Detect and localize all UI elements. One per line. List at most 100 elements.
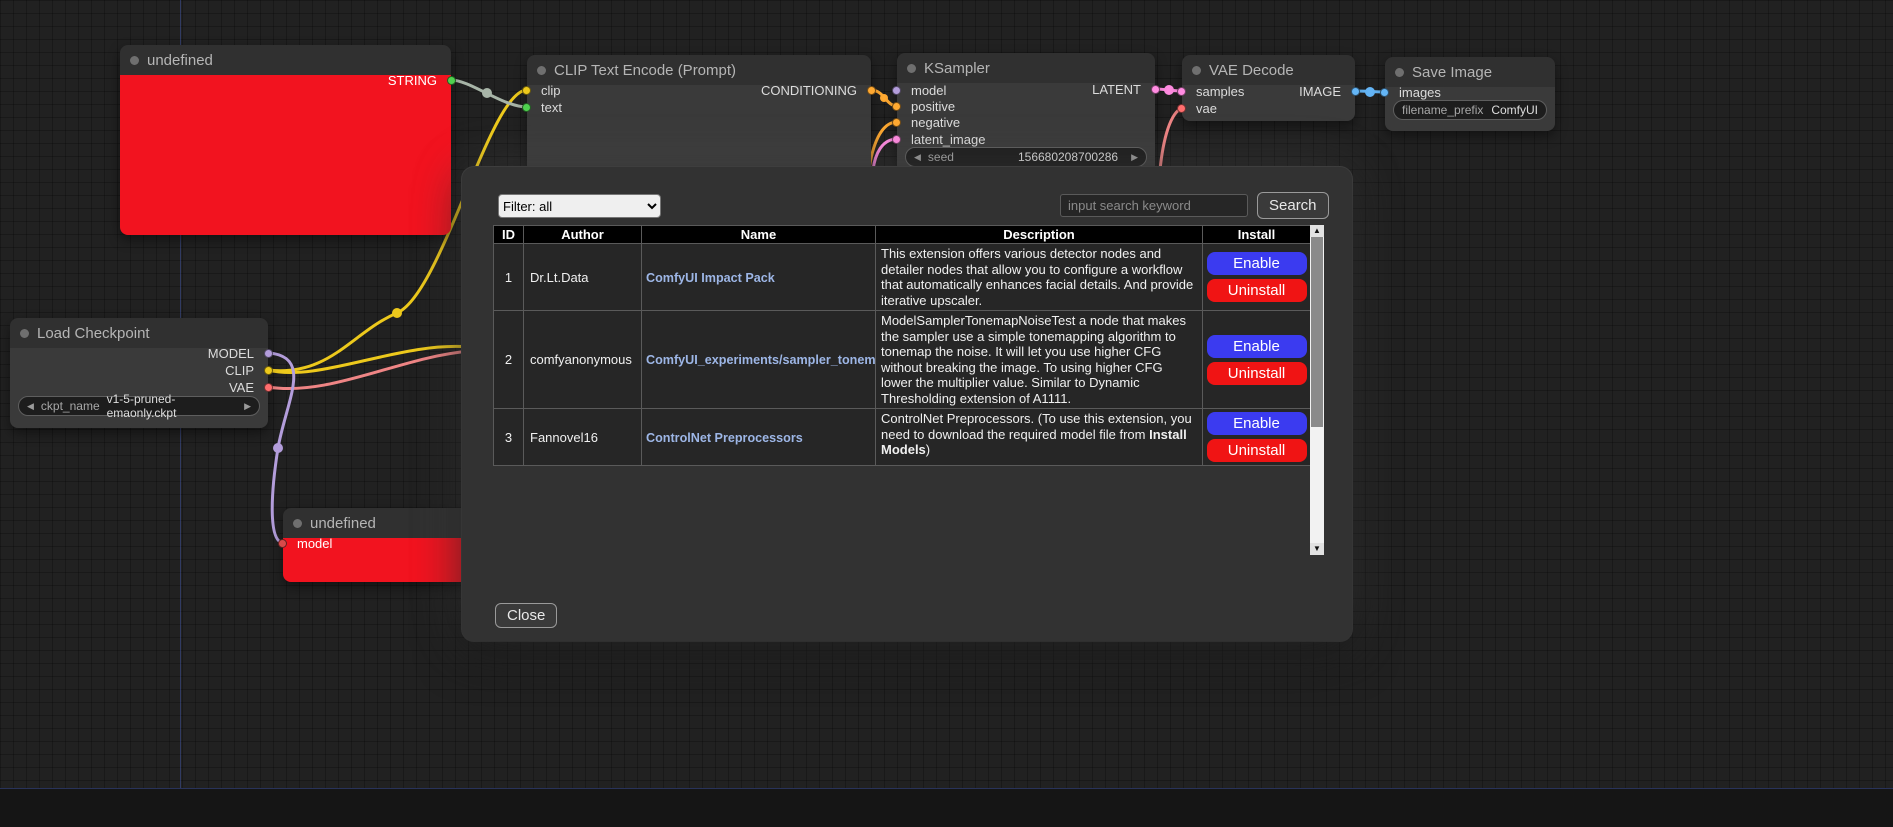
column-header-id: ID xyxy=(494,226,524,244)
output-slot-image[interactable]: IMAGE xyxy=(1182,83,1355,99)
node-title-bar[interactable]: KSampler xyxy=(897,53,1155,83)
wire-clip-secondary xyxy=(268,346,470,372)
slot-dot[interactable] xyxy=(264,366,273,375)
ckpt-name-widget[interactable]: ◀ ckpt_name v1-5-pruned-emaonly.ckpt ▶ xyxy=(18,396,260,416)
extensions-table-body: 1Dr.Lt.DataComfyUI Impact PackThis exten… xyxy=(494,244,1311,466)
extension-row: 2comfyanonymousComfyUI_experiments/sampl… xyxy=(494,311,1311,409)
column-header-name: Name xyxy=(642,226,876,244)
node-title: undefined xyxy=(310,515,376,532)
slot-label: CONDITIONING xyxy=(761,83,857,98)
node-load-checkpoint[interactable]: Load Checkpoint MODEL CLIP VAE ◀ ckpt_na… xyxy=(10,318,268,428)
output-slot-clip[interactable]: CLIP xyxy=(10,362,268,378)
close-button[interactable]: Close xyxy=(495,603,557,628)
collapse-icon[interactable] xyxy=(1395,68,1404,77)
filename-prefix-widget[interactable]: filename_prefix ComfyUI xyxy=(1393,100,1547,120)
decrement-arrow-icon[interactable]: ◀ xyxy=(27,402,34,411)
input-slot-latent-image[interactable]: latent_image xyxy=(897,131,1155,147)
column-header-description: Description xyxy=(876,226,1203,244)
slot-dot[interactable] xyxy=(1380,88,1389,97)
uninstall-button[interactable]: Uninstall xyxy=(1207,279,1307,302)
node-title: CLIP Text Encode (Prompt) xyxy=(554,62,736,79)
description-text: ControlNet Preprocessors. (To use this e… xyxy=(881,411,1192,442)
collapse-icon[interactable] xyxy=(130,56,139,65)
column-header-author: Author xyxy=(524,226,642,244)
slot-dot[interactable] xyxy=(1151,85,1160,94)
slot-label: latent_image xyxy=(911,132,985,147)
table-scrollbar[interactable]: ▲ ▼ xyxy=(1310,225,1324,555)
slot-dot[interactable] xyxy=(278,539,287,548)
collapse-icon[interactable] xyxy=(20,329,29,338)
extension-description: This extension offers various detector n… xyxy=(876,244,1203,311)
slot-dot[interactable] xyxy=(522,103,531,112)
collapse-icon[interactable] xyxy=(293,519,302,528)
extension-id: 1 xyxy=(494,244,524,311)
collapse-icon[interactable] xyxy=(1192,66,1201,75)
extension-name-cell: ComfyUI_experiments/sampler_tonemap xyxy=(642,311,876,409)
wire-dot xyxy=(880,94,888,102)
node-title-bar[interactable]: undefined xyxy=(120,45,451,75)
canvas-bottom-edge xyxy=(0,788,1893,827)
increment-arrow-icon[interactable]: ▶ xyxy=(244,402,251,411)
slot-dot[interactable] xyxy=(1351,87,1360,96)
uninstall-button[interactable]: Uninstall xyxy=(1207,439,1307,462)
widget-label: seed xyxy=(928,150,954,164)
output-slot-conditioning[interactable]: CONDITIONING xyxy=(527,82,871,98)
slot-dot[interactable] xyxy=(867,86,876,95)
slot-label: vae xyxy=(1196,101,1217,116)
search-button[interactable]: Search xyxy=(1257,192,1329,219)
input-slot-negative[interactable]: negative xyxy=(897,114,1155,130)
node-title-bar[interactable]: Load Checkpoint xyxy=(10,318,268,348)
extension-description: ModelSamplerTonemapNoiseTest a node that… xyxy=(876,311,1203,409)
search-input[interactable] xyxy=(1060,194,1248,217)
collapse-icon[interactable] xyxy=(907,64,916,73)
slot-dot[interactable] xyxy=(264,383,273,392)
output-slot-latent[interactable]: LATENT xyxy=(897,81,1155,97)
node-title-bar[interactable]: VAE Decode xyxy=(1182,55,1355,85)
input-slot-positive[interactable]: positive xyxy=(897,98,1155,114)
node-undefined-top[interactable]: undefined STRING xyxy=(120,45,451,235)
wire-latent-image xyxy=(873,139,897,170)
collapse-icon[interactable] xyxy=(537,66,546,75)
node-vae-decode[interactable]: VAE Decode samples vae IMAGE xyxy=(1182,55,1355,121)
extension-name-link[interactable]: ControlNet Preprocessors xyxy=(646,431,803,445)
enable-button[interactable]: Enable xyxy=(1207,252,1307,275)
extensions-table-head-row: IDAuthorNameDescriptionInstall xyxy=(494,226,1311,244)
seed-widget[interactable]: ◀ seed 156680208700286 ▶ xyxy=(905,147,1147,167)
node-save-image[interactable]: Save Image images filename_prefix ComfyU… xyxy=(1385,57,1555,131)
decrement-arrow-icon[interactable]: ◀ xyxy=(914,153,921,162)
slot-label: CLIP xyxy=(225,363,254,378)
slot-dot[interactable] xyxy=(264,349,273,358)
input-slot-images[interactable]: images xyxy=(1385,84,1555,100)
input-slot-vae[interactable]: vae xyxy=(1182,100,1355,116)
increment-arrow-icon[interactable]: ▶ xyxy=(1131,153,1138,162)
extension-name-link[interactable]: ComfyUI Impact Pack xyxy=(646,271,775,285)
scroll-down-icon[interactable]: ▼ xyxy=(1310,543,1324,555)
extension-name-cell: ComfyUI Impact Pack xyxy=(642,244,876,311)
install-button-stack: Enable Uninstall xyxy=(1203,412,1310,462)
node-ksampler[interactable]: KSampler model positive negative latent_… xyxy=(897,53,1155,183)
slot-dot[interactable] xyxy=(892,135,901,144)
node-title: VAE Decode xyxy=(1209,62,1294,79)
slot-dot[interactable] xyxy=(447,76,456,85)
input-slot-text[interactable]: text xyxy=(527,99,871,115)
node-title: Save Image xyxy=(1412,64,1492,81)
slot-dot[interactable] xyxy=(1177,104,1186,113)
scroll-up-icon[interactable]: ▲ xyxy=(1310,225,1324,237)
description-text: This extension offers various detector n… xyxy=(881,246,1193,308)
filter-select[interactable]: Filter: all xyxy=(498,194,661,218)
slot-dot[interactable] xyxy=(892,118,901,127)
extension-name-link[interactable]: ComfyUI_experiments/sampler_tonemap xyxy=(646,353,876,367)
output-slot-string[interactable]: STRING xyxy=(120,72,451,88)
wire-string-to-text xyxy=(451,80,527,107)
enable-button[interactable]: Enable xyxy=(1207,335,1307,358)
widget-value: 156680208700286 xyxy=(1018,150,1118,164)
node-title-bar[interactable]: CLIP Text Encode (Prompt) xyxy=(527,55,871,85)
install-button-stack: Enable Uninstall xyxy=(1203,335,1310,385)
scroll-thumb[interactable] xyxy=(1311,237,1323,427)
slot-dot[interactable] xyxy=(892,102,901,111)
enable-button[interactable]: Enable xyxy=(1207,412,1307,435)
uninstall-button[interactable]: Uninstall xyxy=(1207,362,1307,385)
widget-label: ckpt_name xyxy=(41,399,100,413)
output-slot-model[interactable]: MODEL xyxy=(10,345,268,361)
node-title-bar[interactable]: Save Image xyxy=(1385,57,1555,87)
